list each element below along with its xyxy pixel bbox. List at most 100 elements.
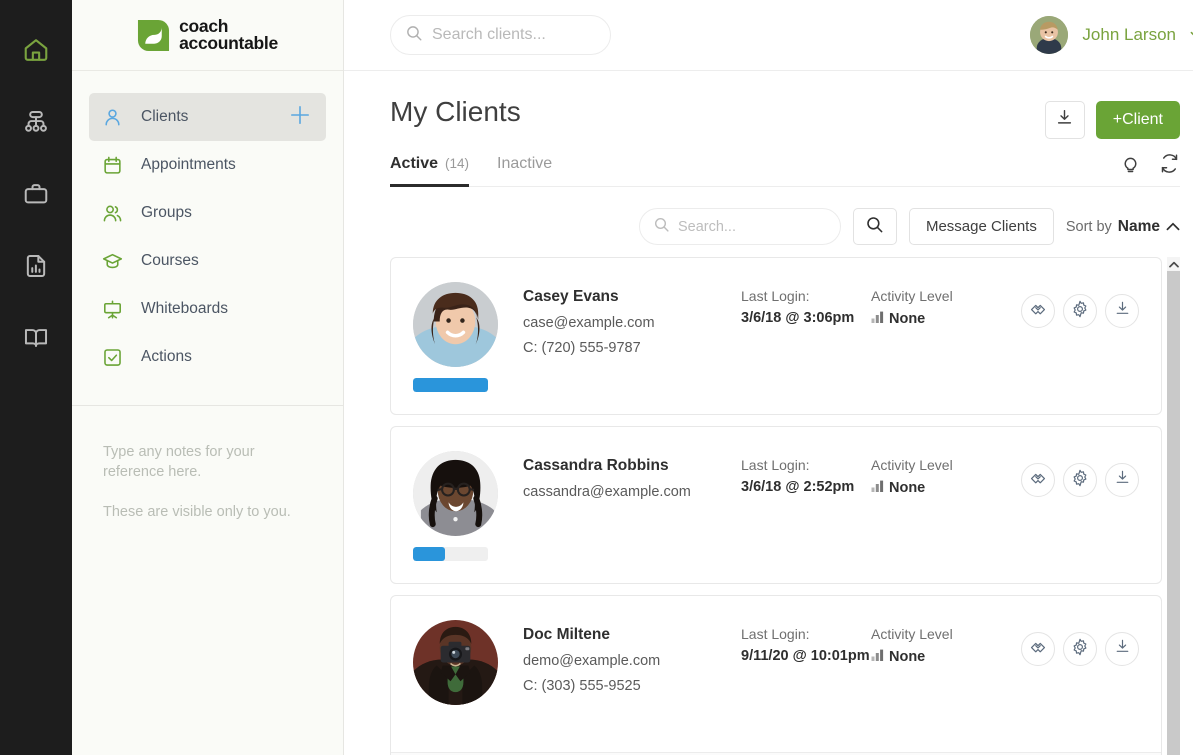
sidebar-nav: Clients Appointments xyxy=(72,71,343,381)
book-icon xyxy=(22,324,50,352)
client-search[interactable] xyxy=(639,208,841,245)
client-settings-button[interactable] xyxy=(1063,463,1097,497)
sidebar-item-groups[interactable]: Groups xyxy=(89,189,326,237)
message-clients-button[interactable]: Message Clients xyxy=(909,208,1054,245)
client-agreement-button[interactable] xyxy=(1021,632,1055,666)
user-menu[interactable]: John Larson xyxy=(1030,16,1193,54)
search-submit-button[interactable] xyxy=(853,208,897,245)
sort-control[interactable]: Sort by Name xyxy=(1066,218,1180,236)
sort-value: Name xyxy=(1118,218,1160,236)
page-header: My Clients +Client xyxy=(390,71,1180,139)
client-download-button[interactable] xyxy=(1105,294,1139,328)
rail-item-org-chart[interactable] xyxy=(0,86,72,158)
tab-count: (14) xyxy=(445,156,469,171)
last-login-value: 9/11/20 @ 10:01pm xyxy=(741,648,871,664)
avatar xyxy=(1030,16,1068,54)
rail-item-briefcase[interactable] xyxy=(0,158,72,230)
global-search-input[interactable] xyxy=(432,26,592,44)
activity-bars-icon xyxy=(871,310,884,327)
export-button[interactable] xyxy=(1045,101,1085,139)
client-search-input[interactable] xyxy=(678,219,818,235)
sidebar-item-appointments[interactable]: Appointments xyxy=(89,141,326,189)
client-agreement-button[interactable] xyxy=(1021,294,1055,328)
add-client-button[interactable]: +Client xyxy=(1096,101,1180,139)
avatar xyxy=(413,451,498,536)
gear-icon xyxy=(1071,300,1089,323)
notes-line-2: These are visible only to you. xyxy=(103,502,317,522)
client-download-button[interactable] xyxy=(1105,632,1139,666)
global-search[interactable] xyxy=(390,15,611,55)
brand-logo[interactable]: coach accountable xyxy=(72,0,343,71)
client-card[interactable]: Casey Evans case@example.com C: (720) 55… xyxy=(390,257,1162,415)
progress-fill xyxy=(413,378,488,392)
client-agreement-button[interactable] xyxy=(1021,463,1055,497)
sidebar-item-whiteboards[interactable]: Whiteboards xyxy=(89,285,326,333)
content-area: My Clients +Client Active xyxy=(344,71,1193,755)
progress-bar xyxy=(413,378,488,392)
sidebar-item-label: Groups xyxy=(141,204,312,222)
scroll-up-button[interactable] xyxy=(1167,257,1180,271)
activity-level-label: Activity Level xyxy=(871,626,1021,642)
sidebar-item-actions[interactable]: Actions xyxy=(89,333,326,381)
client-card[interactable]: Doc Miltene demo@example.com C: (303) 55… xyxy=(390,595,1162,755)
download-icon xyxy=(1114,638,1131,660)
sidebar-item-label: Clients xyxy=(141,108,288,126)
notes-line-1: Type any notes for your reference here. xyxy=(103,442,317,482)
handshake-icon xyxy=(1029,638,1047,661)
list-scrollbar[interactable] xyxy=(1167,257,1180,755)
sidebar-item-label: Courses xyxy=(141,252,312,270)
rail-item-library[interactable] xyxy=(0,302,72,374)
client-settings-button[interactable] xyxy=(1063,294,1097,328)
download-icon xyxy=(1114,300,1131,322)
rail-item-reports[interactable] xyxy=(0,230,72,302)
sort-prefix: Sort by xyxy=(1066,219,1112,235)
activity-bars-icon xyxy=(871,479,884,496)
client-settings-button[interactable] xyxy=(1063,632,1097,666)
last-login-value: 3/6/18 @ 2:52pm xyxy=(741,479,871,495)
client-name: Doc Miltene xyxy=(523,626,741,644)
calendar-icon xyxy=(102,155,128,176)
page-title: My Clients xyxy=(390,96,521,128)
activity-level-label: Activity Level xyxy=(871,288,1021,304)
person-icon xyxy=(102,107,128,128)
progress-bar xyxy=(413,547,488,561)
sidebar-item-clients[interactable]: Clients xyxy=(89,93,326,141)
list-toolbar: Message Clients Sort by Name xyxy=(390,208,1180,245)
tab-inactive[interactable]: Inactive xyxy=(497,155,552,187)
home-icon xyxy=(22,36,50,64)
last-login-label: Last Login: xyxy=(741,626,871,642)
chevron-up-icon[interactable] xyxy=(1166,219,1180,235)
sidebar-notes-area[interactable]: Type any notes for your reference here. … xyxy=(72,406,343,755)
app-root: coach accountable Clients xyxy=(0,0,1193,755)
people-icon xyxy=(102,203,128,224)
top-bar: John Larson xyxy=(344,0,1193,71)
rail-item-home[interactable] xyxy=(0,14,72,86)
search-icon xyxy=(653,216,670,238)
add-client-plus-icon[interactable] xyxy=(288,103,312,132)
sidebar-item-label: Whiteboards xyxy=(141,300,312,318)
lightbulb-icon[interactable] xyxy=(1120,153,1141,179)
activity-level-value: None xyxy=(889,480,925,496)
client-phone: C: (303) 555-9525 xyxy=(523,678,741,694)
client-card[interactable]: Cassandra Robbins cassandra@example.com … xyxy=(390,426,1162,584)
progress-placeholder xyxy=(413,705,523,730)
graduation-cap-icon xyxy=(102,251,128,272)
sidebar-item-courses[interactable]: Courses xyxy=(89,237,326,285)
refresh-icon[interactable] xyxy=(1159,153,1180,179)
handshake-icon xyxy=(1029,469,1047,492)
sidebar-item-label: Actions xyxy=(141,348,312,366)
tabs-row: Active (14) Inactive xyxy=(390,153,1180,187)
last-login-label: Last Login: xyxy=(741,288,871,304)
tab-active[interactable]: Active (14) xyxy=(390,155,469,187)
sidebar-item-label: Appointments xyxy=(141,156,312,174)
client-phone: C: (720) 555-9787 xyxy=(523,340,741,356)
global-nav-rail xyxy=(0,0,72,755)
coach-accountable-logo-icon xyxy=(137,19,170,52)
user-name: John Larson xyxy=(1082,25,1176,45)
last-login-value: 3/6/18 @ 3:06pm xyxy=(741,310,871,326)
easel-icon xyxy=(102,299,128,320)
scroll-thumb[interactable] xyxy=(1167,271,1180,755)
last-login-label: Last Login: xyxy=(741,457,871,473)
avatar xyxy=(413,282,498,367)
client-download-button[interactable] xyxy=(1105,463,1139,497)
